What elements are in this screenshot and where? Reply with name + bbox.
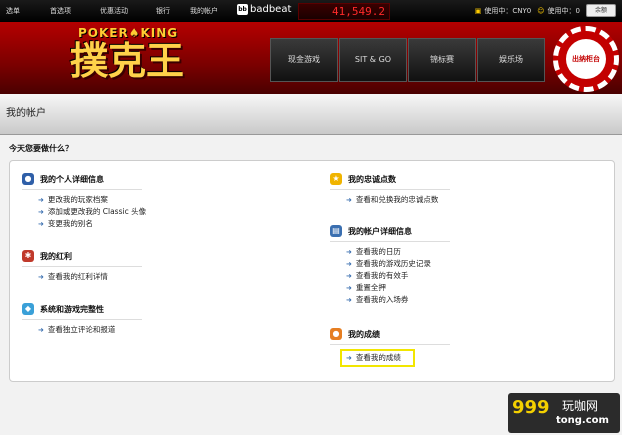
tab-casino[interactable]: 娱乐场 (477, 38, 545, 82)
link-change-avatar[interactable]: ➜ 添加或更改我的 Classic 头像 (38, 206, 146, 218)
star-icon: ★ (330, 173, 342, 185)
watermark-logo: 999 玩咖网 tong.com (508, 393, 620, 433)
account-status: ▣ 使用中：CNY0 ☺ 使用中：0 余额 (475, 4, 616, 17)
arrow-icon: ➜ (38, 273, 44, 281)
tab-sit-and-go[interactable]: SIT & GO (339, 38, 407, 82)
menu-item-promotions[interactable]: 优惠活动 (100, 6, 156, 16)
badbeat-text: badbeat (250, 4, 292, 15)
section-title: 我的帐户详细信息 (348, 226, 412, 236)
menu-item-preferences[interactable]: 首选项 (50, 6, 100, 16)
balance-button[interactable]: 余额 (586, 4, 616, 17)
menu-item-select[interactable]: 选单 (6, 6, 50, 16)
page-question: 今天您要做什么？ (9, 144, 73, 153)
cashier-button[interactable]: 出纳柜台 (553, 26, 619, 92)
poker-king-logo[interactable]: 撲克王 (70, 39, 184, 83)
badbeat-badge: bb (237, 4, 248, 15)
person-icon: ● (22, 173, 34, 185)
section-title: 系统和游戏完整性 (40, 304, 104, 314)
watermark-number: 999 (512, 397, 550, 418)
highlight-box: ➜ 查看我的成绩 (340, 349, 415, 367)
link-independent-reviews[interactable]: ➜ 查看独立评论和报道 (38, 324, 142, 336)
account-panel: ● 我的个人详细信息 ➜ 更改我的玩家档案 ➜ 添加或更改我的 Classic 头像… (9, 160, 615, 382)
cashier-label: 出纳柜台 (566, 39, 606, 79)
watermark-chinese: 玩咖网 (562, 399, 599, 413)
account-icon: ▤ (330, 225, 342, 237)
section-integrity: ◆ 系统和游戏完整性 ➜ 查看独立评论和报道 (22, 301, 142, 336)
currency-status: 使用中：CNY0 (484, 6, 532, 15)
points-status: 使用中：0 (547, 6, 580, 15)
badbeat-logo[interactable]: bb badbeat (237, 4, 291, 15)
link-change-profile[interactable]: ➜ 更改我的玩家档案 (38, 194, 146, 206)
link-my-results[interactable]: ➜ 查看我的成绩 (340, 349, 450, 367)
shield-icon: ◆ (22, 303, 34, 315)
watermark-domain: tong.com (556, 415, 609, 426)
link-change-alias[interactable]: ➜ 变更我的别名 (38, 218, 146, 230)
arrow-icon: ➜ (346, 272, 352, 280)
arrow-icon: ➜ (346, 260, 352, 268)
jackpot-counter: 41,549.2 (298, 3, 390, 20)
link-valid-hands[interactable]: ➜ 查看我的有效手 (346, 270, 450, 282)
tab-tournaments[interactable]: 锦标赛 (408, 38, 476, 82)
gift-icon: ✱ (22, 250, 34, 262)
page-title: 我的帐户 (6, 108, 46, 119)
section-title: 我的忠诚点数 (348, 174, 396, 184)
trophy-icon: ● (330, 328, 342, 340)
link-tickets[interactable]: ➜ 查看我的入场券 (346, 294, 450, 306)
smile-icon: ☺ (537, 6, 545, 15)
main-nav: 现金游戏 SIT & GO 锦标赛 娱乐场 (270, 38, 546, 82)
section-results: ● 我的成绩 ➜ 查看我的成绩 (330, 326, 450, 367)
section-account-details: ▤ 我的帐户详细信息 ➜ 查看我的日历 ➜ 查看我的游戏历史记录 ➜ 查看我的有效手 … (330, 223, 450, 306)
top-bar: 选单 首选项 优惠活动 银行 我的帐户 bb badbeat ● 41,549.… (0, 0, 622, 23)
link-calendar[interactable]: ➜ 查看我的日历 (346, 246, 450, 258)
page-title-bar: 我的帐户 (0, 94, 622, 135)
link-loyalty-points[interactable]: ➜ 查看和兑换我的忠诚点数 (346, 194, 450, 206)
section-personal-details: ● 我的个人详细信息 ➜ 更改我的玩家档案 ➜ 添加或更改我的 Classic 头像… (22, 171, 146, 230)
section-title: 我的红利 (40, 251, 72, 261)
section-title: 我的成绩 (348, 329, 380, 339)
arrow-icon: ➜ (38, 220, 44, 228)
tab-cash-games[interactable]: 现金游戏 (270, 38, 338, 82)
arrow-icon: ➜ (346, 354, 352, 362)
wallet-icon: ▣ (474, 6, 482, 15)
arrow-icon: ➜ (38, 326, 44, 334)
top-menu: 选单 首选项 优惠活动 银行 我的帐户 (6, 6, 230, 16)
link-bonus-details[interactable]: ➜ 查看我的红利详情 (38, 271, 142, 283)
menu-item-bank[interactable]: 银行 (156, 6, 190, 16)
header-banner: POKER♠KING 撲克王 现金游戏 SIT & GO 锦标赛 娱乐场 (0, 22, 622, 94)
arrow-icon: ➜ (346, 248, 352, 256)
section-loyalty-points: ★ 我的忠诚点数 ➜ 查看和兑换我的忠诚点数 (330, 171, 450, 206)
menu-item-my-account[interactable]: 我的帐户 (190, 6, 230, 16)
section-bonus: ✱ 我的红利 ➜ 查看我的红利详情 (22, 248, 142, 283)
arrow-icon: ➜ (346, 296, 352, 304)
link-game-history[interactable]: ➜ 查看我的游戏历史记录 (346, 258, 450, 270)
section-title: 我的个人详细信息 (40, 174, 104, 184)
arrow-icon: ➜ (38, 208, 44, 216)
link-reset-allin[interactable]: ➜ 重置全押 (346, 282, 450, 294)
arrow-icon: ➜ (346, 196, 352, 204)
arrow-icon: ➜ (38, 196, 44, 204)
arrow-icon: ➜ (346, 284, 352, 292)
